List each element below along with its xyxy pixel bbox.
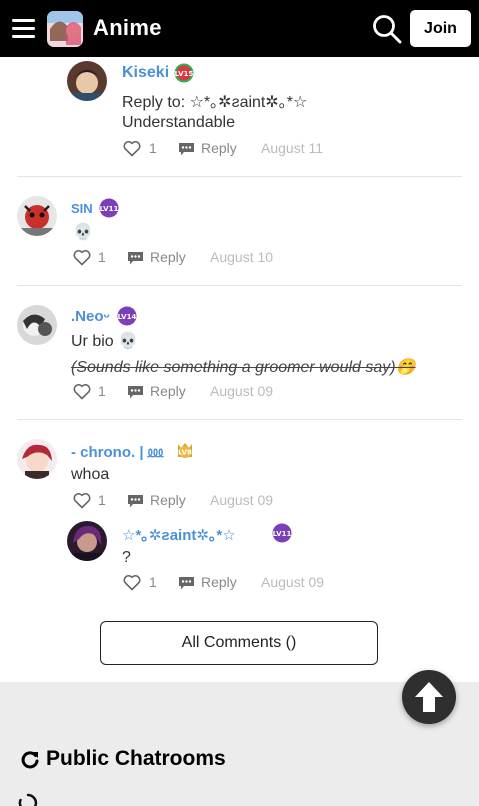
comment-username[interactable]: SIN	[71, 201, 93, 216]
like-count: 1	[149, 574, 157, 590]
comment-username[interactable]: Kiseki	[122, 64, 169, 82]
comment-date: August 09	[261, 574, 325, 590]
section-title: Public Chatrooms	[46, 747, 226, 770]
heart-icon[interactable]	[123, 140, 141, 157]
level-text: LV8	[178, 449, 192, 457]
reply-icon[interactable]	[127, 251, 144, 266]
scroll-to-top-button[interactable]	[402, 670, 456, 724]
level-text: LV11	[100, 205, 119, 213]
like-count: 1	[98, 383, 106, 399]
comment-actions: 1 Reply August 10	[73, 249, 293, 269]
comment-username[interactable]: ☆*｡✲ƨaint✲｡*☆	[122, 524, 236, 545]
like-count: 1	[98, 249, 106, 265]
level-badge-icon: LV15	[174, 63, 194, 83]
avatar[interactable]	[67, 521, 107, 561]
level-text: LV11	[273, 530, 292, 538]
heart-icon[interactable]	[73, 249, 91, 266]
level-text: LV14	[118, 313, 137, 321]
comment-text-strikethrough: (Sounds like something a groomer would s…	[71, 359, 416, 376]
loading-spinner-icon	[18, 793, 38, 806]
reply-icon[interactable]	[178, 576, 195, 591]
avatar[interactable]	[67, 61, 107, 101]
comment-text: whoa	[71, 466, 110, 483]
search-icon[interactable]	[372, 14, 402, 44]
reply-icon[interactable]	[178, 142, 195, 157]
level-badge-icon: LV8	[178, 443, 192, 458]
reply-icon[interactable]	[127, 494, 144, 509]
comment-date: August 11	[261, 140, 324, 156]
all-comments-button[interactable]: All Comments ()	[100, 621, 378, 665]
reply-button[interactable]: Reply	[150, 249, 186, 265]
divider	[17, 285, 462, 286]
level-badge-icon: LV11	[99, 198, 119, 218]
community-title: Anime	[93, 15, 162, 40]
comment-actions: 1 Reply August 11	[123, 140, 343, 160]
avatar[interactable]	[17, 196, 57, 236]
community-logo[interactable]	[47, 11, 83, 47]
reply-button[interactable]: Reply	[201, 574, 237, 590]
heart-icon[interactable]	[73, 492, 91, 509]
reply-to-text: Reply to: ☆*｡✲ƨaint✲｡*☆	[122, 94, 308, 111]
comment-date: August 09	[210, 492, 274, 508]
comment-text: ?	[122, 549, 131, 566]
refresh-icon[interactable]	[20, 750, 40, 770]
top-bar: Anime Join	[0, 0, 479, 57]
reply-button[interactable]: Reply	[201, 140, 237, 156]
comment-actions: 1 Reply August 09	[73, 492, 293, 512]
hamburger-menu-icon[interactable]	[12, 19, 35, 38]
level-text: LV15	[175, 70, 194, 78]
heart-icon[interactable]	[73, 383, 91, 400]
comment-text: 💀	[73, 224, 93, 241]
reply-icon[interactable]	[127, 385, 144, 400]
comment-actions: 1 Reply August 09	[73, 383, 293, 403]
divider	[17, 419, 462, 420]
heart-icon[interactable]	[123, 574, 141, 591]
comment-text: Ur bio 💀	[71, 333, 139, 350]
join-button[interactable]: Join	[410, 10, 471, 47]
comment-username[interactable]: .Neoᵕ	[71, 308, 110, 325]
comment-text: Understandable	[122, 114, 235, 131]
comment-date: August 10	[210, 249, 274, 265]
divider	[17, 176, 462, 177]
reply-button[interactable]: Reply	[150, 383, 186, 399]
like-count: 1	[149, 140, 157, 156]
avatar[interactable]	[17, 305, 57, 345]
comment-actions: 1 Reply August 09	[123, 574, 343, 594]
comment-username[interactable]: - chrono. | ⅏	[71, 442, 163, 462]
level-badge-icon: LV14	[117, 306, 137, 326]
like-count: 1	[98, 492, 106, 508]
level-badge-icon: LV11	[272, 523, 292, 543]
arrow-up-icon	[415, 682, 443, 712]
avatar[interactable]	[17, 439, 57, 479]
reply-button[interactable]: Reply	[150, 492, 186, 508]
comment-date: August 09	[210, 383, 274, 399]
